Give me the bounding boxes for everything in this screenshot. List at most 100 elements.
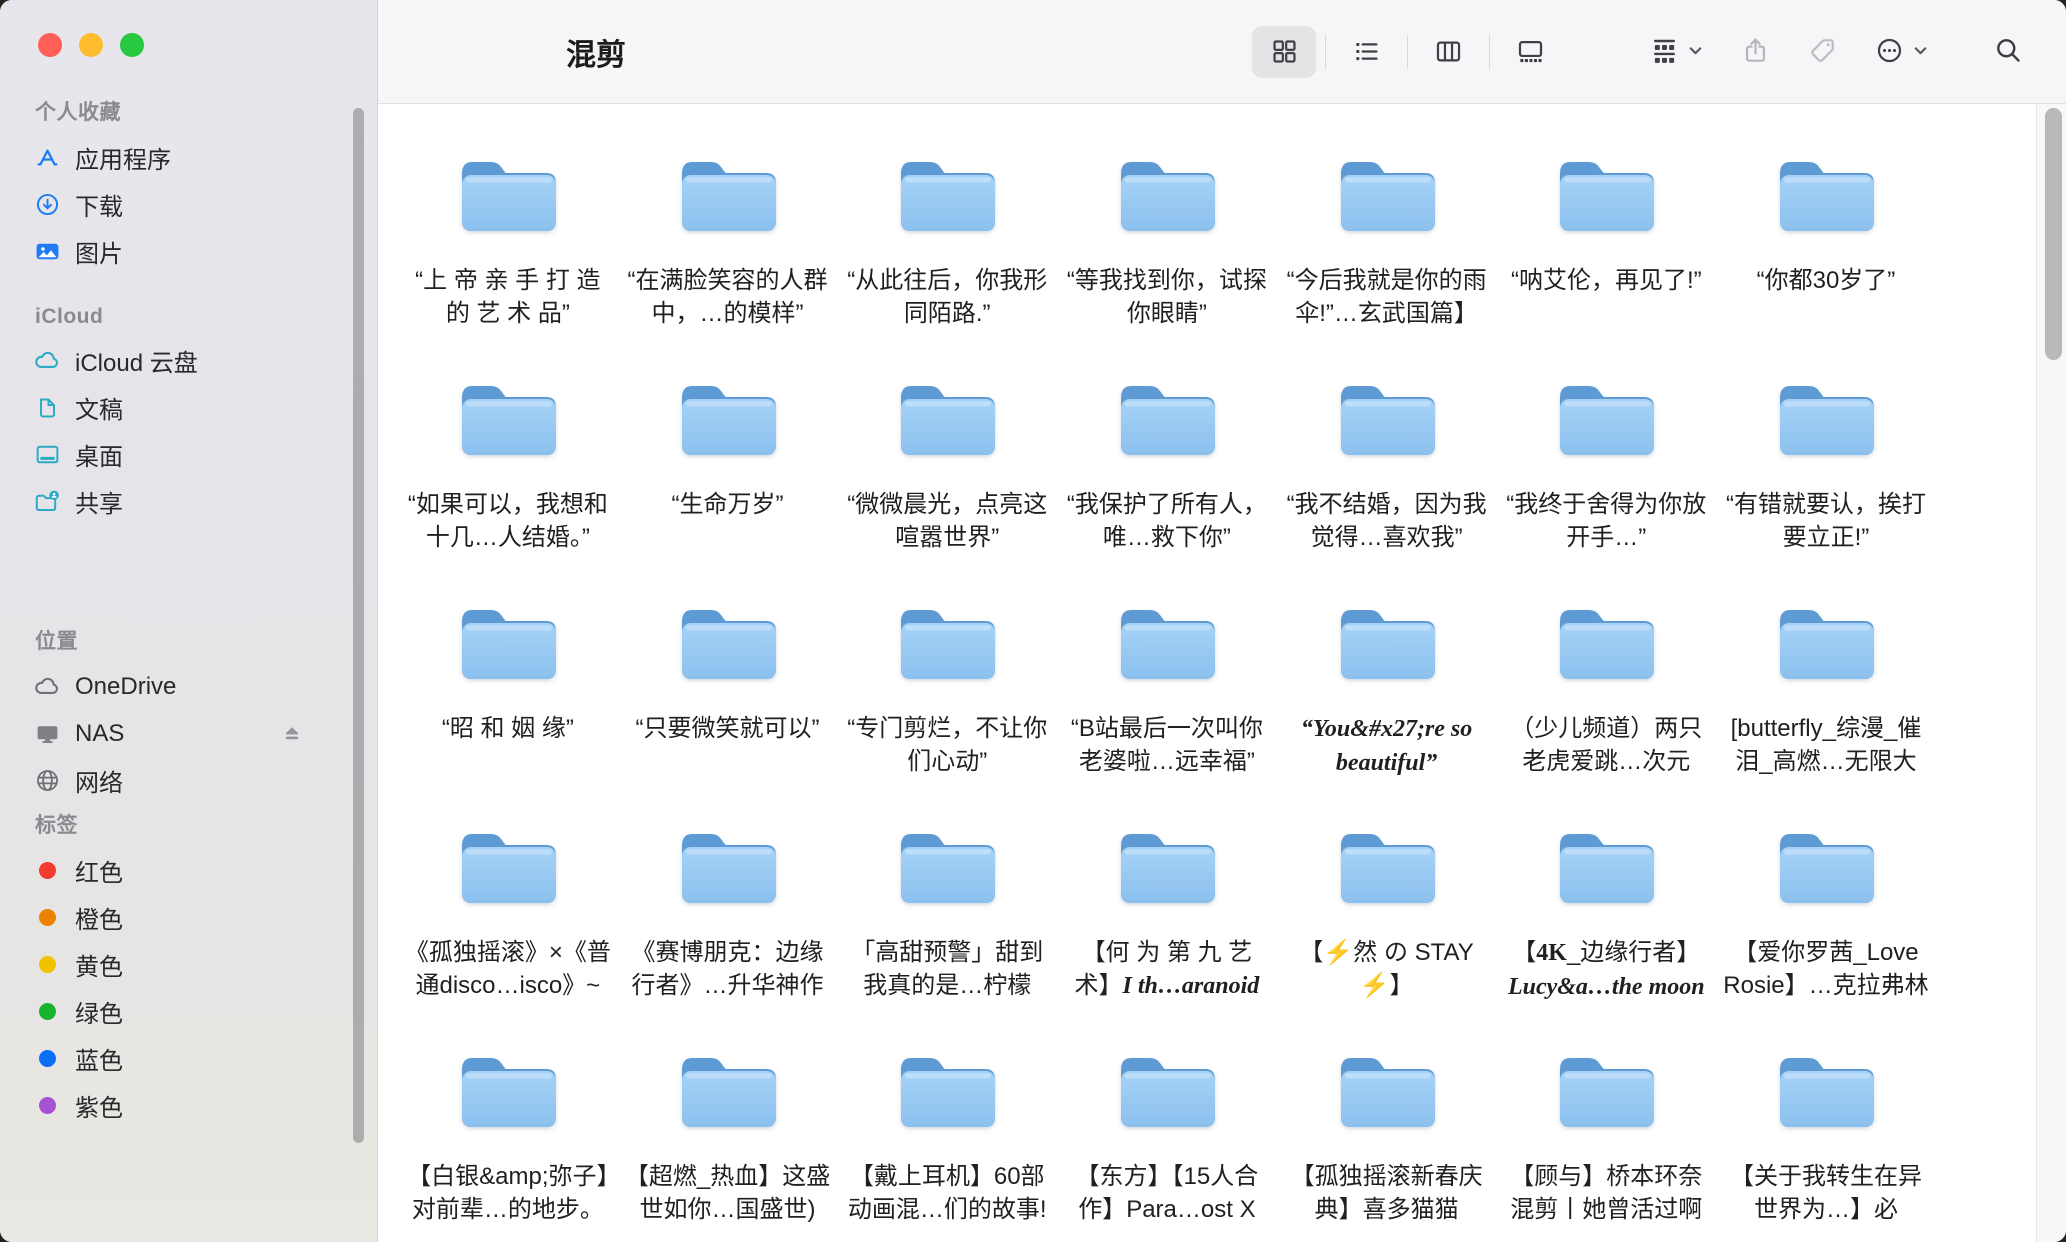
view-mode-column-view[interactable] [1407,23,1489,81]
folder-item[interactable]: “生命万岁” [618,352,838,576]
sidebar-item-shared[interactable]: 共享 [33,478,361,525]
sidebar-item-tag-blue[interactable]: 蓝色 [33,1035,361,1082]
sidebar-item-label: 图片 [75,234,123,269]
folder-label: 【4K_边缘行者】Lucy&a…the moon [1502,936,1710,1003]
folder-item[interactable]: 【超燃_热血】这盛世如你…国盛世) [618,1024,838,1242]
eject-icon[interactable] [279,721,305,747]
tag-dot-icon [33,904,61,932]
sidebar-section-favorites: 个人收藏应用程序下载图片 [33,96,361,275]
folder-icon [1550,1039,1662,1136]
folder-label: “微微晨光，点亮这喧嚣世界” [843,488,1051,554]
view-mode-gallery-view[interactable] [1489,23,1571,81]
sidebar-scrollbar-thumb[interactable] [353,108,364,1143]
folder-item[interactable]: 【⚡然 の STAY ⚡】 [1277,800,1497,1024]
back-button[interactable] [410,30,454,74]
document-icon [33,394,61,422]
sidebar-item-network[interactable]: 网络 [33,757,361,804]
folder-item[interactable]: “你都30岁了” [1716,128,1936,352]
folder-item[interactable]: “微微晨光，点亮这喧嚣世界” [837,352,1057,576]
folder-item[interactable]: 「高甜预警」甜到我真的是…柠檬啊！ [837,800,1057,1024]
folder-item[interactable]: “You&#x27;re so beautiful” [1277,576,1497,800]
folder-label: 【白银&amp;弥子】对前辈…的地步。 [404,1160,612,1226]
sidebar-item-tag-purple[interactable]: 紫色 [33,1082,361,1129]
folder-icon [672,1039,784,1136]
sidebar-item-pictures[interactable]: 图片 [33,228,361,275]
folder-item[interactable]: 《赛博朋克：边缘行者》…升华神作 [618,800,838,1024]
sidebar-item-label: 桌面 [75,437,123,472]
close-button[interactable] [38,33,62,57]
folder-item[interactable]: （少儿频道）两只老虎爱跳…次元版！ [1496,576,1716,800]
minimize-button[interactable] [79,33,103,57]
folder-label: “只要微笑就可以” [624,712,832,745]
sidebar-item-tag-orange[interactable]: 橙色 [33,894,361,941]
folder-item[interactable]: “如果可以，我想和十几…人结婚。” [398,352,618,576]
sidebar-item-label: 下载 [75,187,123,222]
folder-icon [1770,1039,1882,1136]
group-button[interactable] [1649,35,1704,69]
sidebar-item-tag-red[interactable]: 红色 [33,847,361,894]
folder-label: 【关于我转生在异世界为…】必火！！！ [1722,1160,1930,1227]
folder-item[interactable]: 【4K_边缘行者】Lucy&a…the moon [1496,800,1716,1024]
folder-item[interactable]: “B站最后一次叫你老婆啦…远幸福” [1057,576,1277,800]
folder-item[interactable]: 【孤独摇滚新春庆典】喜多猫猫 [1277,1024,1497,1242]
folder-item[interactable]: [butterfly_综漫_催泪_高燃…无限大 [1716,576,1936,800]
folder-icon [1770,143,1882,240]
chevron-down-icon [1687,42,1704,62]
folder-item[interactable]: 【东方】【15人合作】Para…ost X 15 [1057,1024,1277,1242]
sidebar-item-tag-green[interactable]: 绿色 [33,988,361,1035]
folder-item[interactable]: “等我找到你，试探你眼睛” [1057,128,1277,352]
sidebar-item-tag-yellow[interactable]: 黄色 [33,941,361,988]
folder-item[interactable]: 【爱你罗茜_Love Rosie】…克拉弗林 [1716,800,1936,1024]
search-button[interactable] [1993,35,2024,69]
folder-item[interactable]: 【白银&amp;弥子】对前辈…的地步。 [398,1024,618,1242]
folder-icon [1770,815,1882,912]
folder-item[interactable]: “呐艾伦，再见了!” [1496,128,1716,352]
folder-label: [butterfly_综漫_催泪_高燃…无限大 [1722,712,1930,778]
scrollbar-thumb[interactable] [2045,108,2062,360]
group-by-icon [1649,35,1680,69]
sidebar-item-downloads[interactable]: 下载 [33,181,361,228]
folder-label: “昭 和 姻 缘” [404,712,612,745]
folder-item[interactable]: 【戴上耳机】60部动画混…们的故事! [837,1024,1057,1242]
folder-label: “我保护了所有人，唯…救下你” [1063,488,1271,554]
view-mode-icon-view[interactable] [1243,23,1325,81]
folder-item[interactable]: “从此往后，你我形同陌路.” [837,128,1057,352]
folder-item[interactable]: “昭 和 姻 缘” [398,576,618,800]
sidebar-item-label: 文稿 [75,390,123,425]
sidebar-section-title: 标签 [35,809,361,839]
folder-item[interactable]: “我保护了所有人，唯…救下你” [1057,352,1277,576]
folder-item[interactable]: “专门剪烂，不让你们心动” [837,576,1057,800]
folder-icon [891,815,1003,912]
folder-item[interactable]: “在满脸笑容的人群中，…的模样” [618,128,838,352]
sidebar-section-title: 个人收藏 [35,96,361,126]
folder-icon [1770,367,1882,464]
folder-item[interactable]: “有错就要认，挨打要立正!” [1716,352,1936,576]
sidebar-item-desktop[interactable]: 桌面 [33,431,361,478]
sidebar-item-label: iCloud 云盘 [75,343,198,378]
folder-item[interactable]: 【顾与】桥本环奈混剪丨她曾活过啊 [1496,1024,1716,1242]
folder-item[interactable]: 【关于我转生在异世界为…】必火！！！ [1716,1024,1936,1242]
content-area: 混剪 “上 帝 亲 手 打 造 的 艺 术 品”“在满脸笑容的人群中，…的模样”… [378,0,2066,1242]
zoom-button[interactable] [120,33,144,57]
more-button[interactable] [1874,35,1929,69]
folder-item[interactable]: 【何 为 第 九 艺 术】I th…aranoid [1057,800,1277,1024]
search-icon [1993,35,2024,69]
sidebar-item-icloud-drive[interactable]: iCloud 云盘 [33,337,361,384]
folder-item[interactable]: “我终于舍得为你放开手…” [1496,352,1716,576]
folder-item[interactable]: “上 帝 亲 手 打 造 的 艺 术 品” [398,128,618,352]
sidebar-item-label: 黄色 [75,947,123,982]
forward-button[interactable] [478,30,522,74]
folder-item[interactable]: “今后我就是你的雨伞!”…玄武国篇】 [1277,128,1497,352]
folder-item[interactable]: “只要微笑就可以” [618,576,838,800]
globe-icon [33,767,61,795]
sidebar-item-onedrive[interactable]: OneDrive [33,663,361,710]
view-mode-list-view[interactable] [1325,23,1407,81]
sidebar-item-nas[interactable]: NAS [33,710,361,757]
tags-button[interactable] [1807,35,1838,69]
sidebar-item-applications[interactable]: 应用程序 [33,134,361,181]
share-button[interactable] [1740,35,1771,69]
folder-item[interactable]: “我不结婚，因为我觉得…喜欢我” [1277,352,1497,576]
onedrive-cloud-icon [33,673,61,701]
folder-item[interactable]: 《孤独摇滚》×《普通disco…isco》~ [398,800,618,1024]
sidebar-item-documents[interactable]: 文稿 [33,384,361,431]
